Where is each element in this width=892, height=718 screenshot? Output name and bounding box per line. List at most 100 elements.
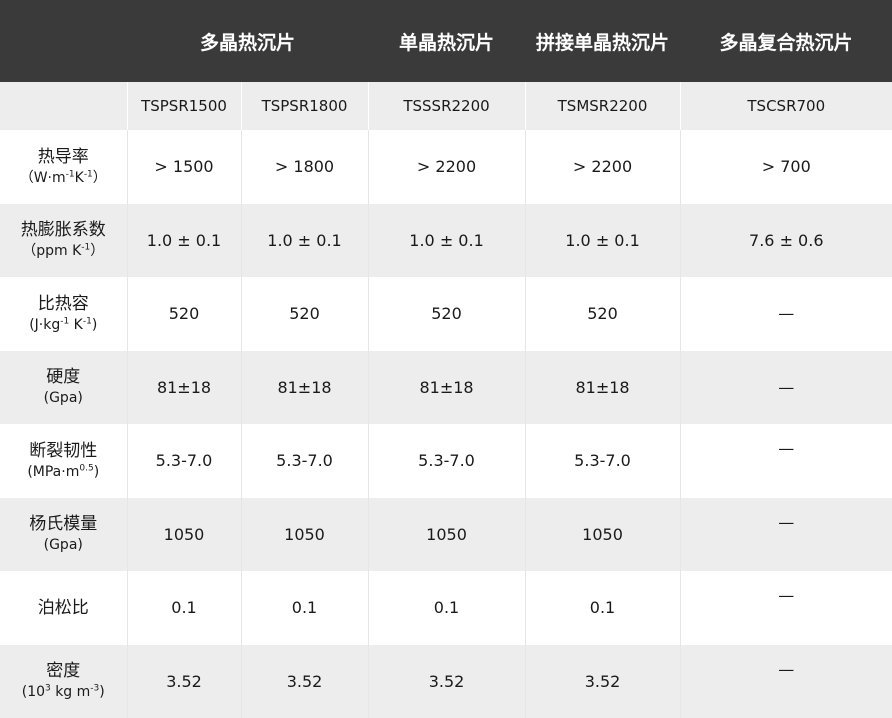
not-applicable-dash: — [778,586,795,606]
value-cell: — [680,497,892,571]
unit-exponent: -1 [65,169,75,180]
not-applicable-dash: — [778,377,795,397]
property-name: 泊松比 [37,597,89,618]
unit-text: ) [91,316,98,333]
value-cell: 7.6 ± 0.6 [680,203,892,277]
value-cell: > 2200 [525,130,681,204]
value-cell: 3.52 [525,644,681,718]
value-cell: 1050 [525,497,681,571]
unit-text: (J·kg [29,316,61,333]
value-cell: — [680,350,892,424]
property-cell: 比热容 (J·kg-1 K-1) [0,277,128,351]
value-cell: — [680,277,892,351]
value-cell: 1.0 ± 0.1 [525,203,681,277]
unit-text: ) [99,684,105,701]
unit-text: K [74,169,84,186]
not-applicable-dash: — [778,659,795,679]
value-cell: 1.0 ± 0.1 [368,203,526,277]
property-name: 热导率 [37,146,89,167]
corner-cell [0,0,127,82]
unit-exponent: -1 [82,316,92,327]
property-unit: (Gpa) [0,535,127,555]
group-header-single-crystal: 单晶热沉片 [368,0,526,82]
value-cell: 3.52 [127,644,242,718]
value-cell: > 1800 [241,130,369,204]
unit-text: kg m [50,684,91,701]
property-unit: (J·kg-1 K-1) [0,315,127,335]
model-cell: TSMSR2200 [525,82,681,130]
model-cell: TSSSR2200 [368,82,526,130]
model-cell: TSPSR1800 [241,82,369,130]
value-cell: 520 [127,277,242,351]
table-row: 泊松比 0.1 0.1 0.1 0.1— [0,571,892,645]
group-header-row: 多晶热沉片 单晶热沉片 拼接单晶热沉片 多晶复合热沉片 [0,0,892,82]
value-cell: 520 [525,277,681,351]
value-cell: 0.1 [241,571,369,645]
value-cell: 5.3-7.0 [127,424,242,498]
unit-text: (Gpa) [43,537,83,554]
value-cell: — [680,424,892,498]
value-cell: 5.3-7.0 [241,424,369,498]
property-name: 杨氏模量 [29,514,98,535]
property-cell: 热膨胀系数 （ppm K-1） [0,203,128,277]
table-row: 热导率 （W·m-1K-1） > 1500 > 1800 > 2200 > 2200 > 7… [0,130,892,204]
property-name: 比热容 [37,293,89,314]
property-cell: 杨氏模量 (Gpa) [0,497,128,571]
value-cell: 81±18 [127,350,242,424]
value-cell: > 700 [680,130,892,204]
property-cell: 泊松比 [0,571,128,645]
unit-text: ) [93,463,100,480]
unit-exponent: -1 [83,169,93,180]
property-unit: (Gpa) [0,388,127,408]
value-cell: 81±18 [241,350,369,424]
model-cell: TSPSR1500 [127,82,242,130]
unit-text: (Gpa) [43,390,83,407]
property-name: 热膨胀系数 [20,220,106,241]
value-cell: 1050 [127,497,242,571]
value-cell: > 1500 [127,130,242,204]
not-applicable-dash: — [778,304,795,324]
unit-text: (10 [21,684,46,701]
unit-exponent: -3 [90,683,100,694]
not-applicable-dash: — [778,512,795,532]
value-cell: > 2200 [368,130,526,204]
value-cell: 5.3-7.0 [525,424,681,498]
group-header-spliced-single-crystal: 拼接单晶热沉片 [525,0,681,82]
unit-exponent: 0.5 [79,463,94,474]
value-cell: 520 [241,277,369,351]
model-corner-cell [0,82,128,130]
value-cell: 81±18 [525,350,681,424]
not-applicable-dash: — [778,439,795,459]
table-row: 硬度 (Gpa) 81±18 81±18 81±18 81±18— [0,350,892,424]
unit-text: ） [90,243,105,260]
unit-text: K [69,316,83,333]
value-cell: 3.52 [368,644,526,718]
table-row: 密度 (103 kg m-3) 3.52 3.52 3.52 3.52— [0,644,892,718]
unit-exponent: -1 [60,316,70,327]
value-cell: 1.0 ± 0.1 [241,203,369,277]
model-row: TSPSR1500 TSPSR1800 TSSSR2200 TSMSR2200 … [0,82,892,130]
table-row: 热膨胀系数 （ppm K-1） 1.0 ± 0.1 1.0 ± 0.1 1.0 ± 0.… [0,203,892,277]
value-cell: 1.0 ± 0.1 [127,203,242,277]
value-cell: — [680,644,892,718]
value-cell: 1050 [241,497,369,571]
property-cell: 硬度 (Gpa) [0,350,128,424]
property-name: 硬度 [46,367,81,388]
heat-sink-spec-table: 多晶热沉片 单晶热沉片 拼接单晶热沉片 多晶复合热沉片 TSPSR1500 TS… [0,0,892,718]
value-cell: 3.52 [241,644,369,718]
value-cell: — [680,571,892,645]
value-cell: 1050 [368,497,526,571]
table-row: 杨氏模量 (Gpa) 1050 1050 1050 1050— [0,497,892,571]
property-cell: 热导率 （W·m-1K-1） [0,130,128,204]
property-unit: （W·m-1K-1） [0,168,127,188]
unit-text: （ppm K [22,243,82,260]
property-unit: (MPa·m0.5) [0,462,127,482]
property-name: 断裂韧性 [29,440,98,461]
property-cell: 密度 (103 kg m-3) [0,644,128,718]
property-cell: 断裂韧性 (MPa·m0.5) [0,424,128,498]
spec-body: 热导率 （W·m-1K-1） > 1500 > 1800 > 2200 > 2200 > 7… [0,130,892,718]
unit-text: （W·m [19,169,66,186]
group-header-polycrystalline: 多晶热沉片 [127,0,369,82]
value-cell: 0.1 [525,571,681,645]
group-header-polycrystalline-composite: 多晶复合热沉片 [680,0,892,82]
